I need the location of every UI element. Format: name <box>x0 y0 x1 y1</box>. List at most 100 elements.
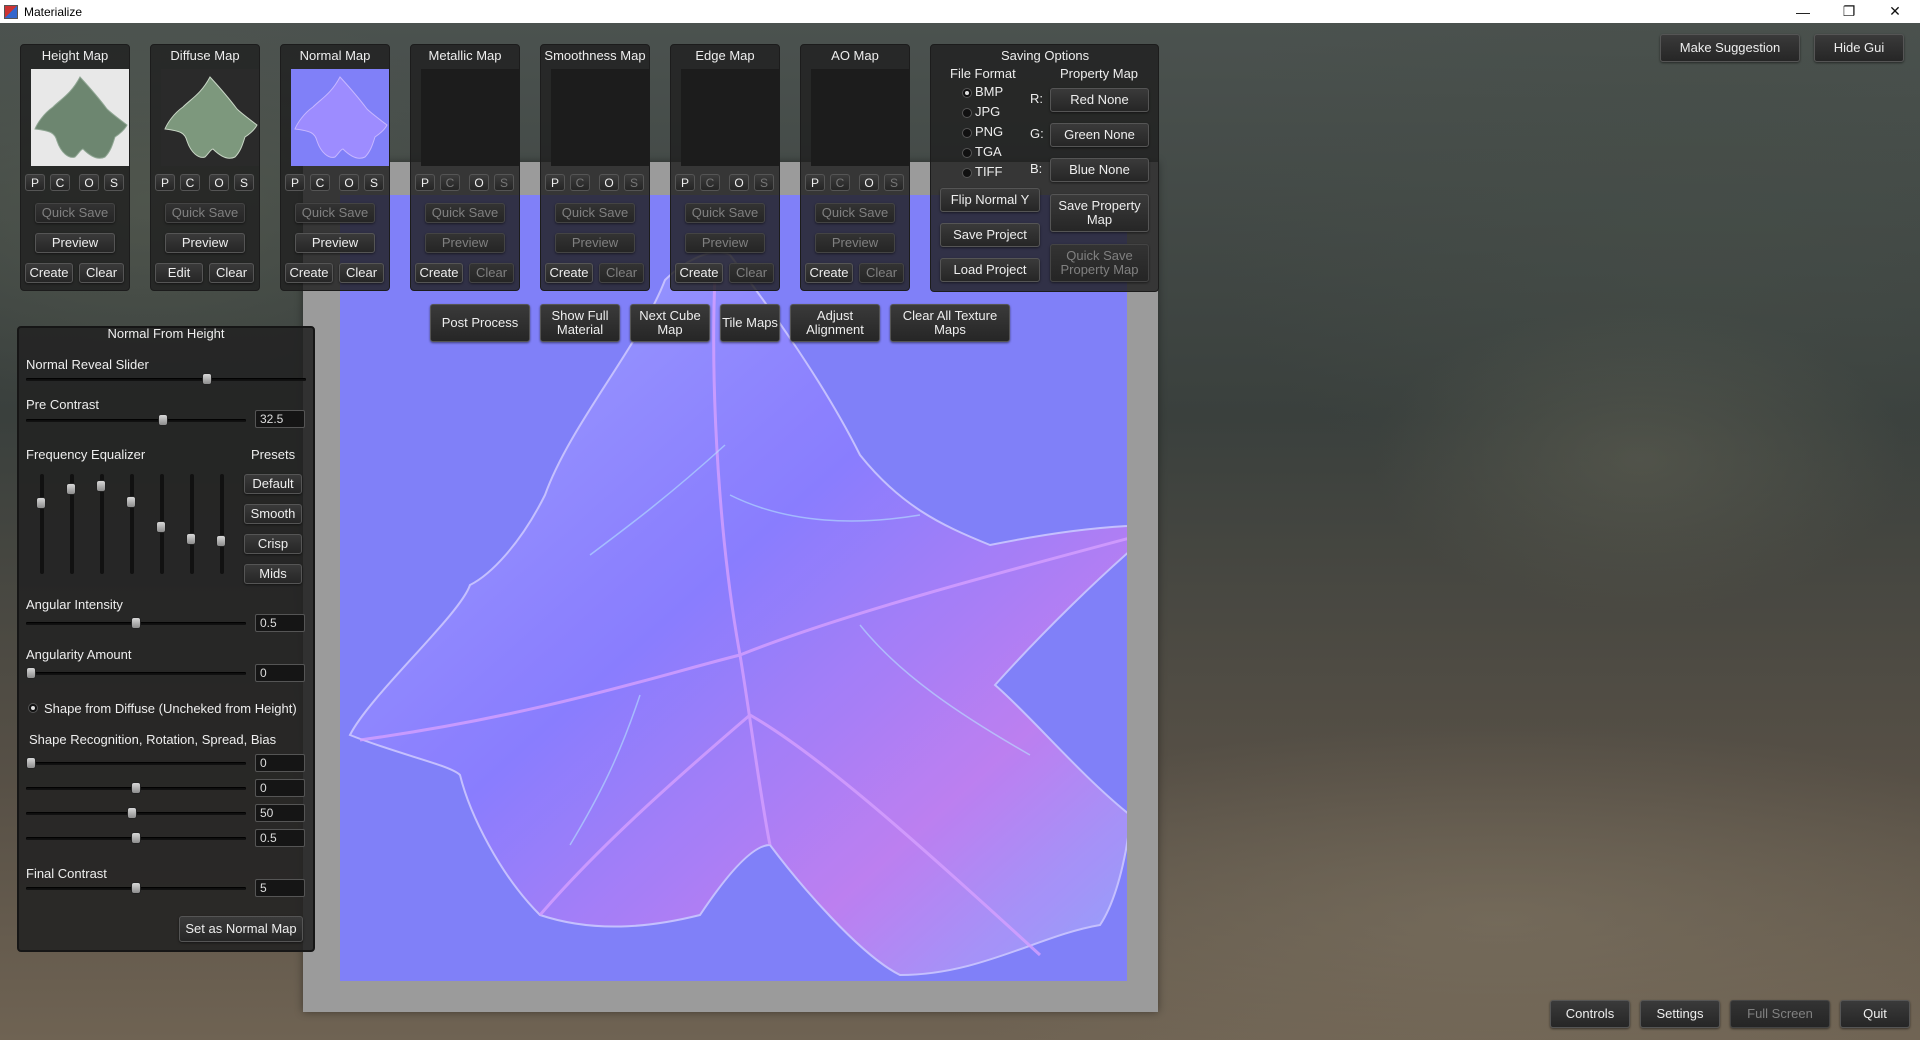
pack-button[interactable]: P <box>675 174 695 191</box>
save-button[interactable]: S <box>494 174 514 191</box>
preview-button[interactable]: Preview <box>685 233 765 253</box>
clear-button[interactable]: Clear <box>79 263 124 283</box>
pre-contrast-slider-thumb[interactable] <box>158 414 169 426</box>
quick-save-button[interactable]: Quick Save <box>555 203 635 223</box>
format-radio-png[interactable] <box>962 128 972 138</box>
clear-all-texture-maps-button[interactable]: Clear All Texture Maps <box>890 304 1010 342</box>
open-button[interactable]: O <box>469 174 489 191</box>
save-button[interactable]: S <box>234 174 254 191</box>
flip-normal-y-button[interactable]: Flip Normal Y <box>940 188 1040 212</box>
clear-button[interactable]: Clear <box>339 263 384 283</box>
eq-band-4-slider[interactable] <box>130 474 134 574</box>
height-map-thumbnail[interactable] <box>31 69 129 166</box>
normal-map-thumbnail[interactable] <box>291 69 389 166</box>
eq-band-1-slider[interactable] <box>40 474 44 574</box>
eq-band-7-slider[interactable] <box>220 474 224 574</box>
copy-button[interactable]: C <box>440 174 460 191</box>
final-contrast-field[interactable]: 5 <box>255 879 305 897</box>
eq-band-5-thumb[interactable] <box>156 520 166 533</box>
eq-band-2-thumb[interactable] <box>66 483 76 495</box>
shape-rotation-slider-thumb[interactable] <box>131 782 141 794</box>
create-button[interactable]: Create <box>25 263 73 283</box>
pre-contrast-field[interactable]: 32.5 <box>255 410 305 428</box>
metallic-map-thumbnail[interactable] <box>421 69 519 166</box>
create-button[interactable]: Create <box>675 263 723 283</box>
save-button[interactable]: S <box>104 174 124 191</box>
pack-button[interactable]: P <box>545 174 565 191</box>
diffuse-map-thumbnail[interactable] <box>161 69 259 166</box>
copy-button[interactable]: C <box>310 174 330 191</box>
hide-gui-button[interactable]: Hide Gui <box>1814 34 1904 62</box>
ao-map-thumbnail[interactable] <box>811 69 909 166</box>
copy-button[interactable]: C <box>700 174 720 191</box>
minimize-button[interactable]: — <box>1780 0 1826 23</box>
save-button[interactable]: S <box>364 174 384 191</box>
save-button[interactable]: S <box>754 174 774 191</box>
quick-save-button[interactable]: Quick Save <box>295 203 375 223</box>
final-contrast-slider-thumb[interactable] <box>131 882 141 894</box>
pack-button[interactable]: P <box>415 174 435 191</box>
close-button[interactable]: ✕ <box>1872 0 1918 23</box>
preview-button[interactable]: Preview <box>165 233 245 253</box>
shape-bias-field[interactable]: 0.5 <box>255 829 305 847</box>
preview-button[interactable]: Preview <box>425 233 505 253</box>
clear-button[interactable]: Clear <box>209 263 254 283</box>
copy-button[interactable]: C <box>570 174 590 191</box>
preset-mids-button[interactable]: Mids <box>244 564 302 584</box>
edge-map-thumbnail[interactable] <box>681 69 779 166</box>
pack-button[interactable]: P <box>285 174 305 191</box>
preview-button[interactable]: Preview <box>555 233 635 253</box>
angular-intensity-field[interactable]: 0.5 <box>255 614 305 632</box>
copy-button[interactable]: C <box>830 174 850 191</box>
preset-default-button[interactable]: Default <box>244 474 302 494</box>
shape-bias-slider-thumb[interactable] <box>131 832 141 844</box>
maximize-button[interactable]: ❐ <box>1826 0 1872 23</box>
adjust-alignment-button[interactable]: Adjust Alignment <box>790 304 880 342</box>
create-button[interactable]: Create <box>285 263 333 283</box>
shape-recognition-slider-thumb[interactable] <box>26 757 36 769</box>
make-suggestion-button[interactable]: Make Suggestion <box>1660 34 1800 62</box>
create-button[interactable]: Create <box>545 263 593 283</box>
pack-button[interactable]: P <box>155 174 175 191</box>
angularity-amount-slider[interactable] <box>26 672 246 675</box>
shape-spread-slider-thumb[interactable] <box>126 807 137 819</box>
eq-band-6-slider[interactable] <box>190 474 194 574</box>
shape-from-diffuse-toggle[interactable] <box>28 703 38 713</box>
clear-button[interactable]: Clear <box>469 263 514 283</box>
controls-button[interactable]: Controls <box>1550 1000 1630 1028</box>
load-project-button[interactable]: Load Project <box>940 258 1040 282</box>
next-cube-map-button[interactable]: Next Cube Map <box>630 304 710 342</box>
quick-save-button[interactable]: Quick Save <box>425 203 505 223</box>
full-screen-button[interactable]: Full Screen <box>1730 1000 1830 1028</box>
blue-channel-dropdown[interactable]: Blue None <box>1050 158 1149 182</box>
copy-button[interactable]: C <box>180 174 200 191</box>
open-button[interactable]: O <box>729 174 749 191</box>
format-radio-jpg[interactable] <box>962 108 972 118</box>
clear-button[interactable]: Clear <box>729 263 774 283</box>
open-button[interactable]: O <box>339 174 359 191</box>
preview-button[interactable]: Preview <box>35 233 115 253</box>
red-channel-dropdown[interactable]: Red None <box>1050 88 1149 112</box>
quit-button[interactable]: Quit <box>1840 1000 1910 1028</box>
preset-crisp-button[interactable]: Crisp <box>244 534 302 554</box>
clear-button[interactable]: Clear <box>859 263 904 283</box>
format-radio-tga[interactable] <box>962 148 972 158</box>
create-button[interactable]: Create <box>415 263 463 283</box>
eq-band-3-thumb[interactable] <box>96 480 106 493</box>
normal-reveal-slider-thumb[interactable] <box>201 373 212 385</box>
quick-save-property-map-button[interactable]: Quick Save Property Map <box>1050 244 1149 282</box>
shape-recognition-field[interactable]: 0 <box>255 754 305 772</box>
set-as-normal-map-button[interactable]: Set as Normal Map <box>179 916 303 942</box>
open-button[interactable]: O <box>859 174 879 191</box>
shape-spread-field[interactable]: 50 <box>255 804 305 822</box>
format-radio-tiff[interactable] <box>962 168 972 178</box>
edit-button[interactable]: Edit <box>155 263 203 283</box>
copy-button[interactable]: C <box>50 174 70 191</box>
create-button[interactable]: Create <box>805 263 853 283</box>
pack-button[interactable]: P <box>805 174 825 191</box>
angular-intensity-slider-thumb[interactable] <box>131 617 141 629</box>
preview-button[interactable]: Preview <box>815 233 895 253</box>
eq-band-1-thumb[interactable] <box>36 496 46 509</box>
open-button[interactable]: O <box>209 174 229 191</box>
settings-button[interactable]: Settings <box>1640 1000 1720 1028</box>
